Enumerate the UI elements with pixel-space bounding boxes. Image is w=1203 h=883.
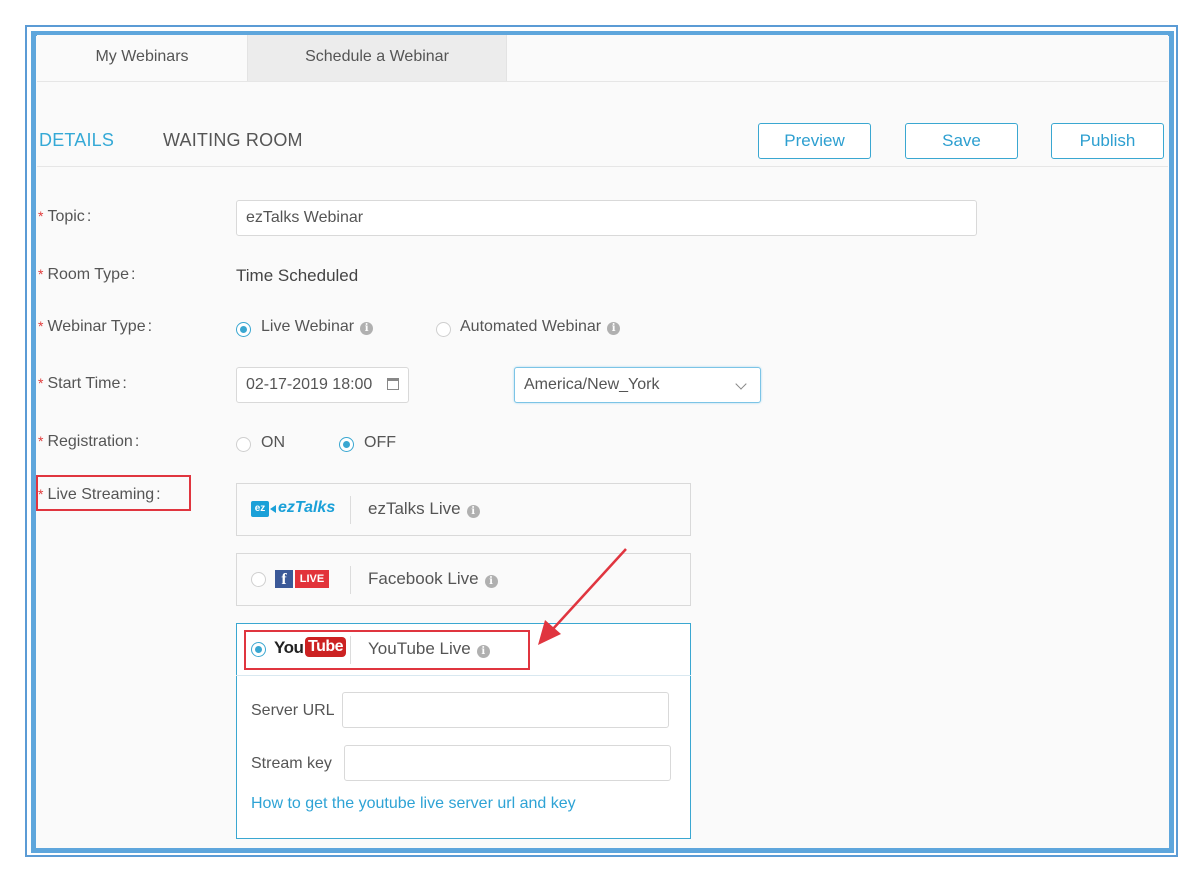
annotation-arrow xyxy=(538,548,627,645)
